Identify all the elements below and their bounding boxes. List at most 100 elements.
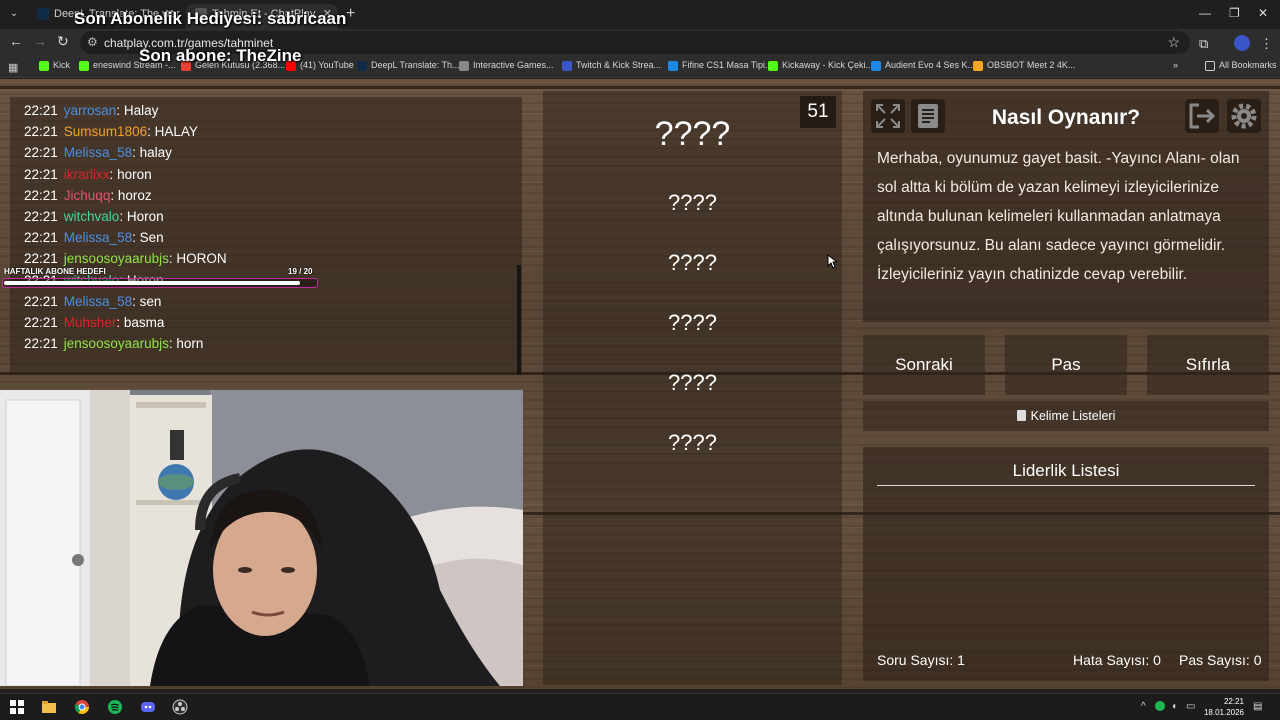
chat-text: horon — [117, 166, 152, 182]
extensions-icon[interactable]: ⧉ — [1199, 36, 1208, 52]
close-window-icon[interactable]: ✕ — [1258, 6, 1268, 20]
bookmark-item[interactable]: Twitch & Kick Strea... — [562, 60, 662, 71]
chat-separator: : — [116, 103, 124, 118]
back-icon[interactable]: ← — [9, 33, 23, 49]
chat-separator: : — [132, 293, 140, 309]
restore-icon[interactable]: ❐ — [1229, 6, 1240, 20]
settings-gear-icon[interactable] — [1227, 99, 1261, 133]
chat-timestamp: 22:21 — [24, 336, 58, 352]
chat-username[interactable]: Jichuqq — [64, 188, 111, 203]
chat-message: 22:21 yarrosan: Halay — [24, 103, 158, 118]
bookmark-item[interactable]: Kick — [39, 60, 70, 71]
sub-goal-fill — [4, 281, 301, 285]
bookmark-label: OBSBOT Meet 2 4K... — [987, 60, 1076, 70]
bookmark-item[interactable]: Kickaway - Kick Çeki... — [768, 60, 873, 71]
reload-icon[interactable]: ↻ — [57, 33, 69, 50]
word-lists-button[interactable]: Kelime Listeleri — [863, 401, 1269, 431]
bookmark-item[interactable]: Audient Evo 4 Ses K... — [871, 60, 976, 71]
menu-icon[interactable]: ⋮ — [1260, 36, 1273, 52]
chat-username[interactable]: Muhsher — [64, 315, 117, 330]
plank-divider — [0, 86, 1280, 89]
spotify-icon[interactable] — [107, 699, 123, 715]
how-to-play-panel: Nasıl Oynanır? Merhaba, oyunumuz gayet b… — [863, 91, 1269, 322]
chat-text: Halay — [123, 103, 159, 118]
bookmark-favicon-icon — [39, 61, 49, 71]
game-page: 22:21 yarrosan: Halay 22:21 Sumsum1806: HAL… — [0, 79, 1280, 689]
obs-icon[interactable] — [172, 699, 188, 715]
chat-username[interactable]: witchvalo — [64, 209, 120, 224]
chat-username[interactable]: Melissa_58 — [64, 230, 132, 245]
chat-message: 22:21 Melissa_58: Sen — [24, 230, 164, 245]
chat-message: 22:21 jensoosoyaarubjs: horn — [24, 336, 203, 351]
chat-separator: : — [109, 166, 118, 182]
forbidden-word: ???? — [668, 190, 717, 215]
deepl-favicon-icon — [37, 8, 49, 20]
bookmark-item[interactable]: Interactive Games... — [459, 60, 554, 71]
forbidden-word: ???? — [668, 250, 717, 275]
leaderboard-title: Liderlik Listesi — [1012, 461, 1120, 480]
profile-avatar[interactable] — [1234, 35, 1250, 51]
chat-username[interactable]: jensoosoyaarubjs — [64, 336, 169, 351]
bookmark-favicon-icon — [459, 61, 469, 71]
chat-username[interactable]: Sumsum1806 — [64, 124, 147, 139]
all-bookmarks-folder[interactable]: All Bookmarks — [1205, 60, 1277, 71]
discord-icon[interactable] — [140, 699, 156, 715]
tray-spotify-icon[interactable] — [1155, 701, 1165, 711]
folder-icon — [1205, 61, 1215, 71]
bookmark-label: Fifine CS1 Masa Tipi... — [682, 60, 773, 70]
chat-scrollbar[interactable] — [517, 265, 521, 375]
chrome-icon[interactable] — [74, 699, 90, 715]
bookmark-label: Twitch & Kick Strea... — [576, 60, 662, 70]
chat-username[interactable]: yarrosan — [64, 103, 117, 118]
bookmark-label: (41) YouTube — [300, 60, 354, 70]
stream-chat: 22:21 yarrosan: Halay 22:21 Sumsum1806: HAL… — [10, 97, 522, 375]
bookmark-star-icon[interactable]: ☆ — [1167, 34, 1180, 51]
bookmark-favicon-icon — [357, 61, 367, 71]
bookmarks-overflow-icon[interactable]: » — [1173, 60, 1178, 70]
site-info-icon[interactable]: ⚙ — [87, 35, 98, 49]
bookmark-item[interactable]: Fifine CS1 Masa Tipi... — [668, 60, 773, 71]
chat-message: 22:21 jensoosoyaarubjs: HORON — [24, 251, 227, 266]
chat-username[interactable]: Melissa_58 — [64, 145, 132, 160]
chat-username[interactable]: Melissa_58 — [64, 294, 132, 309]
new-tab-icon[interactable]: + — [346, 5, 355, 23]
forward-icon[interactable]: → — [33, 33, 47, 49]
minimize-icon[interactable]: — — [1199, 6, 1211, 20]
word-lists-label: Kelime Listeleri — [1030, 409, 1116, 423]
bookmark-item[interactable]: OBSBOT Meet 2 4K... — [973, 60, 1076, 71]
system-clock[interactable]: 22:21 18.01.2026 — [1200, 696, 1244, 718]
exit-icon[interactable] — [1185, 99, 1219, 133]
chat-timestamp: 22:21 — [24, 315, 58, 330]
all-bookmarks-label: All Bookmarks — [1219, 60, 1277, 70]
clock-date: 18.01.2026 — [1203, 708, 1244, 717]
webcam-image — [0, 390, 523, 686]
chat-text: basma — [123, 315, 165, 330]
chat-message: 22:21 Melissa_58: halay — [24, 145, 172, 160]
question-count: Soru Sayısı: 1 — [877, 652, 965, 668]
chat-separator: : — [147, 124, 155, 140]
bookmark-label: Audient Evo 4 Ses K... — [885, 60, 976, 70]
reset-button[interactable]: Sıfırla — [1147, 335, 1269, 395]
forbidden-word: ???? — [668, 430, 717, 455]
network-icon[interactable]: ▭ — [1186, 701, 1195, 712]
chat-username[interactable]: jensoosoyaarubjs — [64, 251, 169, 266]
chat-text: HORON — [176, 251, 227, 267]
windows-start-icon[interactable] — [9, 699, 25, 715]
tab-search-icon[interactable]: ⌄ — [4, 5, 24, 23]
bookmark-label: DeepL Translate: Th... — [371, 60, 460, 70]
bookmark-item[interactable]: DeepL Translate: Th... — [357, 60, 460, 71]
mouse-cursor-icon — [827, 254, 837, 269]
word-panel: 51 ???? ???????????????????? — [543, 91, 842, 685]
sub-goal-count: 19 / 20 — [288, 267, 313, 276]
file-explorer-icon[interactable] — [41, 699, 57, 715]
bookmark-favicon-icon — [768, 61, 778, 71]
tray-chevron-icon[interactable]: ^ — [1141, 701, 1146, 712]
pass-button[interactable]: Pas — [1005, 335, 1127, 395]
chat-text: horn — [176, 336, 204, 352]
chat-username[interactable]: ikrarlixx — [64, 167, 110, 182]
chat-message: 22:21 Jichuqq: horoz — [24, 188, 152, 203]
notification-icon[interactable]: ▤ — [1253, 701, 1262, 712]
apps-grid-icon[interactable]: ▦ — [8, 61, 18, 74]
volume-icon[interactable]: ◖ — [1171, 701, 1177, 712]
next-button[interactable]: Sonraki — [863, 335, 985, 395]
